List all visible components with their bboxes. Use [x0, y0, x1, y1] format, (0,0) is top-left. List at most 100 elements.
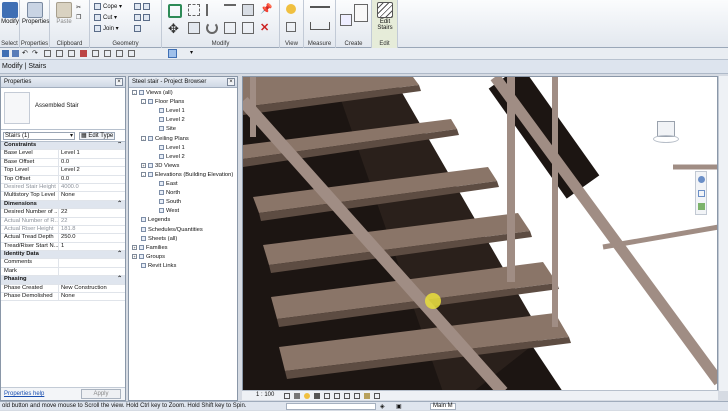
viewcube-icon[interactable] [653, 117, 679, 143]
split-icon[interactable] [224, 4, 236, 16]
reveal-hidden-icon[interactable] [374, 393, 380, 399]
collapse-icon[interactable]: ⌃ [117, 142, 125, 149]
property-value[interactable]: 181.8 [59, 226, 125, 233]
array-icon[interactable] [242, 4, 254, 16]
properties-section[interactable]: Constraints ⌃ [1, 142, 125, 151]
tree-item[interactable]: + Groups [132, 253, 165, 260]
orbit-icon[interactable] [698, 203, 705, 210]
tree-item[interactable]: Site [150, 126, 176, 132]
visual-style-icon[interactable] [294, 393, 300, 399]
collapse-icon[interactable]: ⌃ [117, 276, 125, 283]
property-value[interactable]: 22 [59, 209, 125, 216]
text-icon[interactable] [80, 50, 87, 57]
property-value[interactable]: 250.0 [59, 234, 125, 241]
property-value[interactable]: 4000.0 [59, 184, 125, 191]
property-value[interactable]: None [59, 293, 125, 300]
measure-qat-icon[interactable] [56, 50, 63, 57]
create-similar-icon[interactable] [340, 14, 352, 26]
mirror-icon[interactable] [206, 4, 218, 16]
modify-button[interactable]: Modify [1, 2, 19, 25]
properties-section[interactable]: Identity Data ⌃ [1, 251, 125, 260]
type-selector[interactable]: Assembled Stair [1, 88, 125, 130]
paste-button[interactable]: Paste [56, 2, 72, 25]
tree-item[interactable]: Legends [132, 217, 170, 223]
collapse-icon[interactable]: - [141, 171, 146, 177]
measure-icon[interactable] [310, 6, 330, 8]
temporary-hide-icon[interactable] [364, 393, 370, 399]
print-icon[interactable] [44, 50, 51, 57]
copy-icon[interactable] [188, 22, 200, 34]
dimension-icon[interactable] [310, 22, 330, 30]
properties-section[interactable]: Phasing ⌃ [1, 276, 125, 285]
render-icon[interactable] [324, 393, 330, 399]
edit-stairs-button[interactable]: Edit Stairs [373, 2, 397, 31]
join-button[interactable]: Join ▾ [94, 25, 119, 32]
pin-icon[interactable]: 📌 [260, 4, 272, 16]
thin-lines-icon[interactable] [116, 50, 123, 57]
geometry-tool-1-icon[interactable] [134, 3, 152, 10]
property-value[interactable]: None [59, 192, 125, 199]
property-value[interactable]: Level 1 [59, 150, 125, 157]
tree-item[interactable]: Revit Links [132, 262, 176, 269]
rotate-icon[interactable] [206, 22, 218, 34]
tree-item[interactable]: - Ceiling Plans [141, 135, 189, 142]
tree-item[interactable]: South [150, 199, 181, 205]
view-scale[interactable]: 1 : 100 [256, 392, 274, 398]
hide-icon[interactable] [286, 22, 296, 32]
detail-level-icon[interactable] [284, 393, 290, 399]
tree-item[interactable]: Sheets (all) [132, 235, 177, 242]
align-icon[interactable] [168, 4, 182, 18]
collapse-icon[interactable]: - [141, 99, 146, 105]
crop-view-icon[interactable] [334, 393, 340, 399]
edit-type-button[interactable]: ▦ Edit Type [79, 132, 116, 140]
collapse-icon[interactable]: ⌃ [117, 201, 125, 208]
geometry-tool-3-icon[interactable] [134, 25, 143, 32]
tree-item[interactable]: Level 2 [150, 117, 185, 123]
property-value[interactable] [59, 268, 125, 275]
shadows-icon[interactable] [314, 393, 320, 399]
properties-button[interactable]: Properties [22, 2, 49, 25]
cut-button[interactable]: Cut ▾ [94, 14, 117, 21]
close-icon[interactable]: × [115, 78, 123, 86]
apply-button[interactable]: Apply [81, 389, 121, 399]
3d-view-icon[interactable] [92, 50, 99, 57]
property-value[interactable]: Level 2 [59, 167, 125, 174]
tree-item[interactable]: + Families [132, 244, 168, 251]
tree-item[interactable]: Schedules/Quantities [132, 226, 203, 233]
navigation-bar[interactable] [695, 171, 707, 215]
tree-item[interactable]: North [150, 190, 180, 196]
tree-item[interactable]: Level 1 [150, 144, 185, 151]
stair-model-view[interactable] [243, 77, 718, 391]
expand-icon[interactable]: + [132, 244, 137, 250]
property-value[interactable]: 0.0 [59, 159, 125, 166]
section-icon[interactable] [104, 50, 111, 57]
move-icon[interactable]: ✥ [168, 22, 182, 36]
geometry-tool-2-icon[interactable] [134, 14, 152, 21]
lightbulb-icon[interactable] [286, 4, 296, 14]
property-value[interactable]: New Construction [59, 285, 125, 292]
undo-icon[interactable]: ↶ [22, 50, 28, 57]
expand-icon[interactable]: + [132, 253, 137, 259]
open-icon[interactable] [2, 50, 9, 57]
tree-item[interactable]: East [150, 181, 178, 187]
trim-icon[interactable] [224, 22, 236, 34]
collapse-icon[interactable]: - [141, 135, 146, 141]
tree-item[interactable]: - Elevations (Building Elevation) [141, 171, 233, 178]
steering-wheel-icon[interactable] [698, 176, 705, 183]
tree-item[interactable]: +3D Views [141, 162, 179, 169]
collapse-icon[interactable]: ⌃ [117, 251, 125, 258]
scale-icon[interactable] [242, 22, 254, 34]
3d-viewport[interactable] [242, 76, 718, 391]
cut-clip-icon[interactable]: ✂ [76, 4, 81, 11]
tree-item[interactable]: Level 1 [150, 108, 185, 114]
redo-icon[interactable]: ↷ [32, 50, 38, 57]
property-value[interactable]: 0.0 [59, 176, 125, 183]
cope-button[interactable]: Cope ▾ [94, 3, 122, 10]
delete-icon[interactable]: ✕ [260, 22, 272, 34]
copy-clip-icon[interactable]: ❐ [76, 14, 81, 21]
qat-dropdown-icon[interactable]: ▾ [190, 50, 193, 57]
property-value[interactable] [59, 259, 125, 266]
sun-path-icon[interactable] [304, 393, 310, 399]
properties-section[interactable]: Dimensions ⌃ [1, 200, 125, 210]
properties-help-link[interactable]: Properties help [4, 391, 44, 397]
